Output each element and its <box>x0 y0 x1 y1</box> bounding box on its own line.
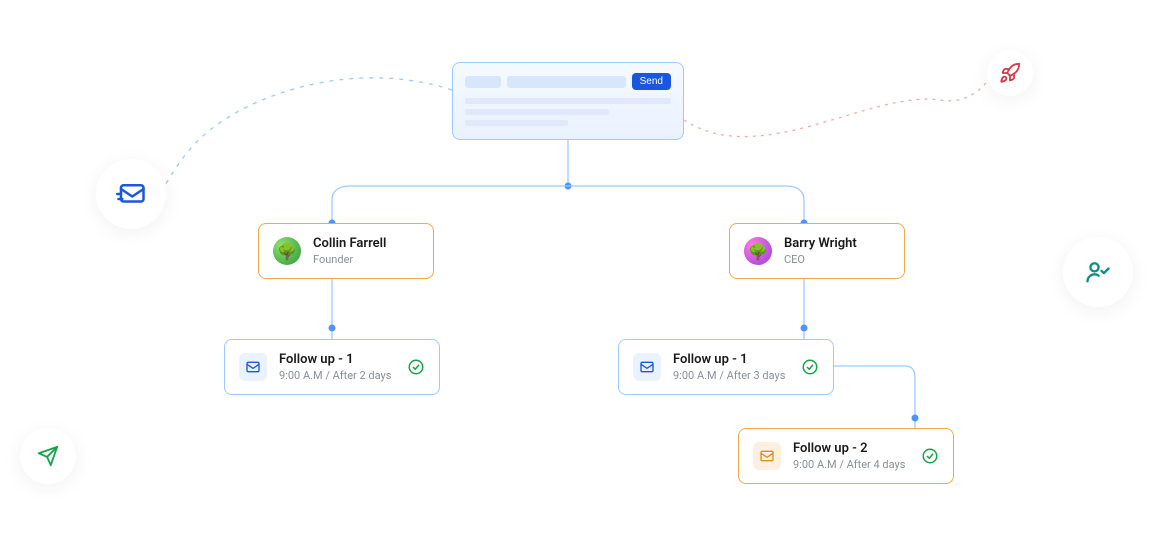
check-icon <box>801 358 819 376</box>
send-button[interactable]: Send <box>632 73 671 90</box>
person-card-collin[interactable]: 🌳 Collin Farrell Founder <box>258 223 434 279</box>
person-card-barry[interactable]: 🌳 Barry Wright CEO <box>729 223 905 279</box>
compose-field-placeholder <box>465 76 501 88</box>
compose-body-line <box>465 109 609 115</box>
person-name: Collin Farrell <box>313 236 419 251</box>
followup-title: Follow up - 1 <box>673 352 789 367</box>
mail-icon <box>633 353 661 381</box>
person-role: CEO <box>784 253 890 266</box>
avatar: 🌳 <box>744 237 772 265</box>
avatar: 🌳 <box>273 237 301 265</box>
person-name: Barry Wright <box>784 236 890 251</box>
followup-card-right-1[interactable]: Follow up - 1 9:00 A.M / After 3 days <box>618 339 834 395</box>
followup-card-right-2[interactable]: Follow up - 2 9:00 A.M / After 4 days <box>738 428 954 484</box>
compose-field-placeholder <box>507 76 626 88</box>
check-icon <box>407 358 425 376</box>
check-icon <box>921 447 939 465</box>
compose-body-line <box>465 120 568 126</box>
followup-meta: 9:00 A.M / After 3 days <box>673 369 789 382</box>
followup-meta: 9:00 A.M / After 4 days <box>793 458 909 471</box>
mail-icon <box>96 159 166 229</box>
mail-icon <box>239 353 267 381</box>
person-role: Founder <box>313 253 419 266</box>
followup-title: Follow up - 1 <box>279 352 395 367</box>
followup-card-left-1[interactable]: Follow up - 1 9:00 A.M / After 2 days <box>224 339 440 395</box>
mail-icon <box>753 442 781 470</box>
compose-body-line <box>465 98 671 104</box>
followup-meta: 9:00 A.M / After 2 days <box>279 369 395 382</box>
user-check-icon <box>1063 237 1133 307</box>
rocket-icon <box>987 50 1033 96</box>
compose-card: Send <box>452 62 684 140</box>
send-icon <box>20 428 76 484</box>
followup-title: Follow up - 2 <box>793 441 909 456</box>
